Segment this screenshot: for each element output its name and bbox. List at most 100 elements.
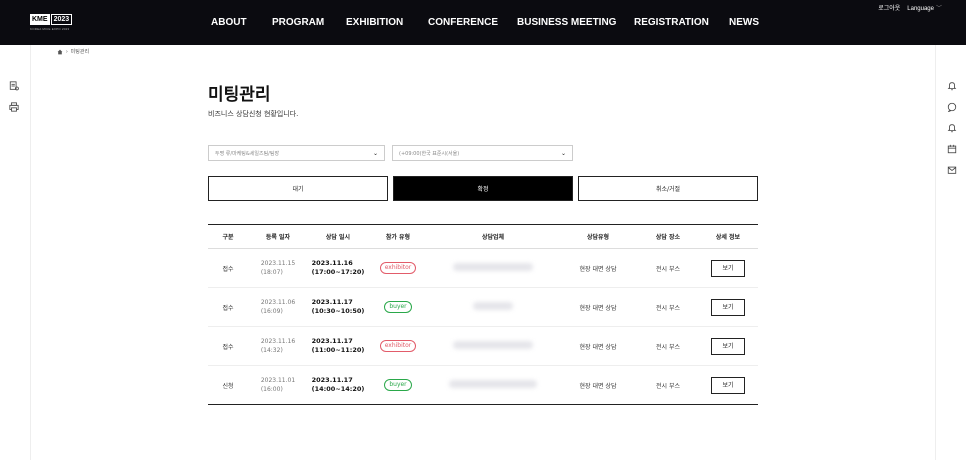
top-header: KME 2023 KOREA MICE EXPO 2023 ABOUT PROG… — [0, 0, 966, 45]
consult-type: 현장 대면 상담 — [558, 287, 638, 327]
nav-about[interactable]: ABOUT — [211, 17, 247, 29]
sort-select[interactable]: 두명 류/마케팅&세일즈팀/팀장 ⌄ — [208, 145, 385, 161]
nav-news[interactable]: NEWS — [729, 17, 759, 29]
breadcrumb-current: 미팅관리 — [70, 49, 90, 55]
printer-icon[interactable] — [9, 102, 19, 112]
participant-type-badge: exhibitor — [379, 262, 417, 274]
kme-logo[interactable]: KME 2023 KOREA MICE EXPO 2023 — [30, 14, 78, 34]
chevron-down-icon: ﹀ — [935, 6, 942, 12]
reg-time: (14:32) — [260, 347, 283, 354]
table-row: 신청 2023.11.01 (16:00) 2023.11.17 (14:00~14… — [208, 366, 758, 405]
mail-icon[interactable] — [947, 165, 957, 175]
reg-date: 2023.11.01 — [260, 377, 296, 384]
participant-type-badge: buyer — [384, 379, 412, 391]
right-quick-rail — [935, 45, 966, 460]
left-quick-rail — [0, 45, 31, 460]
page-description: 비즈니스 상담신청 현황입니다. — [208, 110, 299, 118]
breadcrumb: › 미팅관리 — [57, 48, 89, 55]
reg-time: (16:00) — [260, 386, 283, 393]
row-kind: 접수 — [208, 326, 248, 366]
reg-time: (16:09) — [260, 308, 283, 315]
nav-business-meeting[interactable]: BUSINESS MEETING — [517, 17, 616, 29]
language-label: Language — [907, 6, 934, 12]
logout-link[interactable]: 로그아웃 — [878, 3, 900, 12]
sort-select-value: 두명 류/마케팅&세일즈팀/팀장 — [215, 150, 280, 157]
company-name-redacted — [453, 263, 533, 271]
registration-date: 2023.11.06 (16:09) — [261, 298, 295, 316]
meeting-datetime: 2023.11.17 (11:00~11:20) — [312, 337, 365, 355]
meet-date: 2023.11.17 — [311, 337, 353, 345]
meeting-place: 전시 부스 — [638, 287, 698, 327]
document-icon[interactable] — [9, 81, 19, 91]
reg-date: 2023.11.15 — [260, 260, 296, 267]
table-row: 접수 2023.11.06 (16:09) 2023.11.17 (10:30~10… — [208, 287, 758, 327]
view-detail-button[interactable]: 보기 — [711, 298, 745, 316]
chevron-down-icon: ⌄ — [372, 149, 378, 157]
nav-conference[interactable]: CONFERENCE — [428, 17, 498, 29]
meet-time: (14:00~14:20) — [311, 385, 365, 393]
reg-date: 2023.11.06 — [260, 299, 296, 306]
reg-date: 2023.11.16 — [260, 338, 296, 345]
tab-cancelled[interactable]: 취소/거절 — [578, 176, 758, 201]
table-header-row: 구분 등록 일자 상담 일시 참가 유형 상담업체 상담유형 상담 장소 상세 … — [208, 224, 758, 249]
nav-program[interactable]: PROGRAM — [272, 17, 324, 29]
logo-year: 2023 — [50, 14, 73, 25]
meeting-place: 전시 부스 — [656, 382, 680, 390]
meet-date: 2023.11.17 — [311, 376, 353, 384]
nav-registration[interactable]: REGISTRATION — [634, 17, 709, 29]
column-header: 상담업체 — [428, 224, 558, 249]
language-select[interactable]: Language ﹀ — [907, 3, 942, 12]
column-header: 상담유형 — [558, 224, 638, 249]
column-header: 상담 일시 — [308, 224, 368, 249]
meet-time: (10:30~10:50) — [311, 307, 365, 315]
registration-date: 2023.11.16 (14:32) — [261, 337, 295, 355]
bell-icon[interactable] — [947, 81, 957, 91]
meeting-datetime: 2023.11.16 (17:00~17:20) — [312, 259, 365, 277]
calendar-icon[interactable] — [947, 144, 957, 154]
page-title: 미팅관리 — [208, 85, 271, 105]
registration-date: 2023.11.01 (16:00) — [261, 376, 295, 394]
participant-type-badge: buyer — [384, 301, 412, 313]
meet-time: (17:00~17:20) — [311, 268, 365, 276]
column-header: 참가 유형 — [368, 224, 428, 249]
timezone-select[interactable]: (+09:00)한국 표준시(서울) ⌄ — [392, 145, 573, 161]
home-icon[interactable] — [57, 49, 63, 55]
meet-date: 2023.11.17 — [311, 298, 353, 306]
meeting-datetime: 2023.11.17 (10:30~10:50) — [312, 298, 365, 316]
consult-type: 현장 대면 상담 — [558, 248, 638, 288]
registration-date: 2023.11.15 (18:07) — [261, 259, 295, 277]
row-kind: 접수 — [208, 287, 248, 327]
table-row: 접수 2023.11.15 (18:07) 2023.11.16 (17:00~17… — [208, 248, 758, 288]
consult-type: 현장 대면 상담 — [579, 382, 617, 390]
view-detail-button[interactable]: 보기 — [711, 259, 745, 277]
row-kind: 신청 — [222, 382, 234, 390]
column-header: 등록 일자 — [248, 224, 308, 249]
nav-exhibition[interactable]: EXHIBITION — [346, 17, 403, 29]
breadcrumb-separator: › — [66, 48, 68, 55]
consult-type: 현장 대면 상담 — [558, 326, 638, 366]
reg-time: (18:07) — [260, 269, 283, 276]
logo-subtitle: KOREA MICE EXPO 2023 — [30, 27, 70, 31]
company-name-redacted — [449, 380, 537, 388]
meet-date: 2023.11.16 — [311, 259, 353, 267]
tab-pending[interactable]: 대기 — [208, 176, 388, 201]
participant-type-badge: exhibitor — [379, 340, 417, 352]
bell-outline-icon[interactable] — [947, 123, 957, 133]
timezone-select-value: (+09:00)한국 표준시(서울) — [399, 150, 460, 157]
meet-time: (11:00~11:20) — [311, 346, 365, 354]
column-header: 상세 정보 — [698, 224, 758, 249]
chevron-down-icon: ⌄ — [560, 149, 566, 157]
row-kind: 접수 — [208, 248, 248, 288]
meeting-datetime: 2023.11.17 (14:00~14:20) — [312, 376, 365, 394]
meeting-place: 전시 부스 — [638, 248, 698, 288]
view-detail-button[interactable]: 보기 — [711, 376, 745, 394]
meeting-place: 전시 부스 — [638, 326, 698, 366]
view-detail-button[interactable]: 보기 — [711, 337, 745, 355]
column-header: 구분 — [208, 224, 248, 249]
logo-brand: KME — [30, 14, 50, 25]
utility-links: 로그아웃 Language ﹀ — [878, 3, 942, 12]
tab-confirmed[interactable]: 확정 — [393, 176, 573, 201]
column-header: 상담 장소 — [638, 224, 698, 249]
company-name-redacted — [473, 302, 513, 310]
chat-icon[interactable] — [947, 102, 957, 112]
